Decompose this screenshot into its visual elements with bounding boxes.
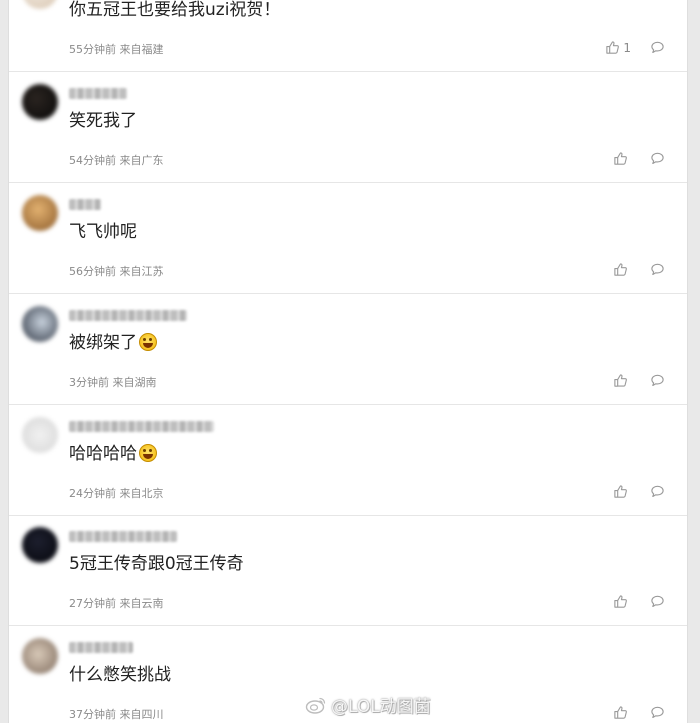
- weibo-logo-icon: [305, 696, 327, 714]
- comment-text: 被绑架了: [69, 332, 157, 354]
- thumbs-up-icon: [606, 41, 620, 54]
- like-button[interactable]: [613, 594, 631, 609]
- avatar[interactable]: [22, 527, 58, 563]
- comment-meta: 3分钟前 来自湖南: [69, 376, 157, 389]
- comment-item: 你五冠王也要给我uzi祝贺！ 55分钟前 来自福建 1: [9, 0, 687, 72]
- comment-bubble-icon: [651, 152, 664, 165]
- username-blurred[interactable]: [69, 642, 133, 653]
- avatar[interactable]: [22, 306, 58, 342]
- avatar[interactable]: [22, 0, 58, 9]
- comment-item: 笑死我了 54分钟前 来自广东: [9, 72, 687, 183]
- reply-button[interactable]: [650, 705, 665, 720]
- avatar[interactable]: [22, 84, 58, 120]
- thumbs-up-icon: [614, 706, 627, 719]
- comment-text: 5冠王传奇跟0冠王传奇: [69, 554, 244, 574]
- comment-item: 被绑架了 3分钟前 来自湖南: [9, 294, 687, 405]
- avatar[interactable]: [22, 417, 58, 453]
- comment-bubble-icon: [651, 595, 664, 608]
- comment-text: 飞飞帅呢: [69, 222, 137, 242]
- thumbs-up-icon: [614, 152, 627, 165]
- reply-button[interactable]: [650, 262, 665, 277]
- comment-meta: 54分钟前 来自广东: [69, 154, 164, 167]
- comment-meta: 56分钟前 来自江苏: [69, 265, 164, 278]
- comment-text: 哈哈哈哈: [69, 443, 157, 465]
- comment-text: 什么憋笑挑战: [69, 665, 171, 685]
- reply-button[interactable]: [650, 151, 665, 166]
- comment-bubble-icon: [651, 374, 664, 387]
- comment-meta: 27分钟前 来自云南: [69, 597, 164, 610]
- reply-button[interactable]: [650, 373, 665, 388]
- reply-button[interactable]: [650, 484, 665, 499]
- watermark: @LOL动图菌: [305, 692, 431, 717]
- like-button[interactable]: [613, 373, 631, 388]
- comment-item: 5冠王传奇跟0冠王传奇 27分钟前 来自云南: [9, 515, 687, 626]
- comment-list: 你五冠王也要给我uzi祝贺！ 55分钟前 来自福建 1 笑死我了 54分钟前 来…: [8, 0, 688, 723]
- comment-bubble-icon: [651, 706, 664, 719]
- like-button[interactable]: 1: [605, 40, 631, 55]
- like-count: 1: [623, 40, 631, 55]
- comment-meta: 55分钟前 来自福建: [69, 43, 164, 56]
- username-blurred[interactable]: [69, 310, 187, 321]
- comment-bubble-icon: [651, 485, 664, 498]
- comment-item: 飞飞帅呢 56分钟前 来自江苏: [9, 183, 687, 294]
- like-button[interactable]: [613, 705, 631, 720]
- comment-text: 你五冠王也要给我uzi祝贺！: [69, 0, 281, 20]
- comment-text: 笑死我了: [69, 111, 137, 131]
- username-blurred[interactable]: [69, 199, 101, 210]
- reply-button[interactable]: [650, 594, 665, 609]
- reply-button[interactable]: [650, 40, 665, 55]
- like-button[interactable]: [613, 262, 631, 277]
- thumbs-up-icon: [614, 595, 627, 608]
- like-button[interactable]: [613, 151, 631, 166]
- comment-bubble-icon: [651, 263, 664, 276]
- avatar[interactable]: [22, 638, 58, 674]
- username-blurred[interactable]: [69, 531, 177, 542]
- like-button[interactable]: [613, 484, 631, 499]
- laughing-emoji-icon: [139, 333, 157, 351]
- comment-meta: 37分钟前 来自四川: [69, 708, 164, 721]
- username-blurred[interactable]: [69, 88, 127, 99]
- comment-bubble-icon: [651, 41, 664, 54]
- thumbs-up-icon: [614, 374, 627, 387]
- username-blurred[interactable]: [69, 421, 214, 432]
- thumbs-up-icon: [614, 263, 627, 276]
- comment-meta: 24分钟前 来自北京: [69, 487, 164, 500]
- grinning-emoji-icon: [139, 444, 157, 462]
- avatar[interactable]: [22, 195, 58, 231]
- comment-item: 哈哈哈哈 24分钟前 来自北京: [9, 405, 687, 516]
- thumbs-up-icon: [614, 485, 627, 498]
